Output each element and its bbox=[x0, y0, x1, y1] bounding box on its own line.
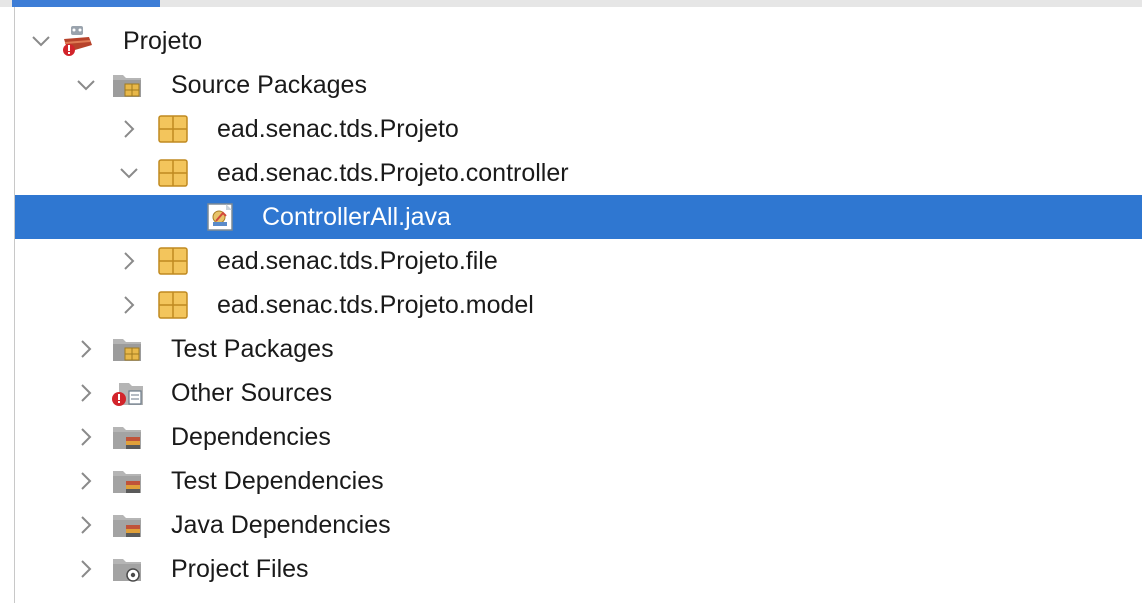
tree-node-label: ead.senac.tds.Projeto.model bbox=[217, 291, 534, 319]
package-icon bbox=[158, 247, 188, 275]
chevron-down-icon[interactable] bbox=[118, 161, 140, 185]
tree-node-controllerall-java[interactable]: ControllerAll.java bbox=[15, 195, 1142, 239]
tree-node-label: Projeto bbox=[123, 27, 203, 55]
java-class-icon bbox=[207, 203, 233, 231]
chevron-right-icon[interactable] bbox=[75, 469, 97, 493]
tree-node-other-sources[interactable]: Other Sources bbox=[15, 371, 1142, 415]
dependencies-icon bbox=[113, 427, 141, 449]
tree-node-package-controller[interactable]: ead.senac.tds.Projeto.controller bbox=[15, 151, 1142, 195]
chevron-right-icon[interactable] bbox=[75, 513, 97, 537]
tree-node-label: ead.senac.tds.Projeto.file bbox=[217, 247, 498, 275]
tree-node-package-model[interactable]: ead.senac.tds.Projeto.model bbox=[15, 283, 1142, 327]
chevron-right-icon[interactable] bbox=[75, 381, 97, 405]
other-sources-icon bbox=[112, 383, 143, 406]
tree-node-test-dependencies[interactable]: Test Dependencies bbox=[15, 459, 1142, 503]
tree-node-projeto[interactable]: Projeto bbox=[15, 19, 1142, 63]
dependencies-icon bbox=[113, 471, 141, 493]
dependencies-icon bbox=[113, 515, 141, 537]
tree-node-label: ead.senac.tds.Projeto.controller bbox=[217, 159, 569, 187]
tree-node-label: Project Files bbox=[171, 555, 309, 583]
tree-node-dependencies[interactable]: Dependencies bbox=[15, 415, 1142, 459]
tree-node-java-dependencies[interactable]: Java Dependencies bbox=[15, 503, 1142, 547]
tree-node-test-packages[interactable]: Test Packages bbox=[15, 327, 1142, 371]
tree-node-label: Source Packages bbox=[171, 71, 367, 99]
panel-top-border bbox=[0, 0, 1142, 7]
active-tab-indicator bbox=[12, 0, 160, 7]
package-icon bbox=[158, 159, 188, 187]
tree-node-label: Other Sources bbox=[171, 379, 333, 407]
tree-node-label: Java Dependencies bbox=[171, 511, 391, 539]
package-icon bbox=[158, 291, 188, 319]
tree-node-source-packages[interactable]: Source Packages bbox=[15, 63, 1142, 107]
tree-node-project-files[interactable]: Project Files bbox=[15, 547, 1142, 591]
chevron-right-icon[interactable] bbox=[75, 557, 97, 581]
tree-node-label: Dependencies bbox=[171, 423, 331, 451]
chevron-down-icon[interactable] bbox=[75, 73, 97, 97]
package-icon bbox=[158, 115, 188, 143]
tree-node-label: Test Dependencies bbox=[171, 467, 384, 495]
test-folder-icon bbox=[113, 339, 141, 361]
tree-node-package-projeto[interactable]: ead.senac.tds.Projeto bbox=[15, 107, 1142, 151]
chevron-right-icon[interactable] bbox=[75, 425, 97, 449]
tree-node-label: ControllerAll.java bbox=[262, 203, 451, 231]
maven-project-icon bbox=[63, 26, 92, 56]
project-files-icon bbox=[113, 559, 141, 582]
tree-node-label: ead.senac.tds.Projeto bbox=[217, 115, 459, 143]
chevron-right-icon[interactable] bbox=[118, 293, 140, 317]
tree-node-package-file[interactable]: ead.senac.tds.Projeto.file bbox=[15, 239, 1142, 283]
tree-node-label: Test Packages bbox=[171, 335, 334, 363]
chevron-right-icon[interactable] bbox=[118, 117, 140, 141]
source-folder-icon bbox=[113, 75, 141, 97]
chevron-right-icon[interactable] bbox=[118, 249, 140, 273]
chevron-right-icon[interactable] bbox=[75, 337, 97, 361]
chevron-down-icon[interactable] bbox=[30, 29, 52, 53]
